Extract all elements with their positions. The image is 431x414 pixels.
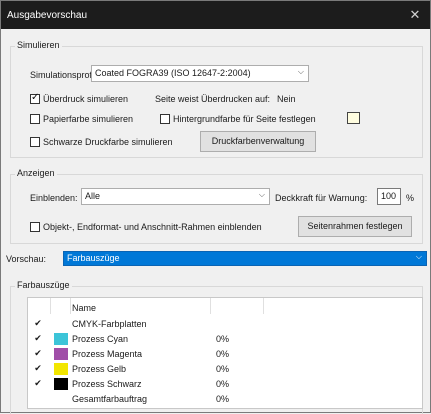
separation-name: Prozess Cyan — [72, 334, 129, 344]
color-swatch — [54, 363, 68, 375]
display-group-label: Anzeigen — [15, 168, 57, 178]
separation-percent: 0% — [216, 334, 230, 344]
simulation-profile-label: Simulationsprofil: — [30, 70, 99, 80]
set-page-boxes-button[interactable]: Seitenrahmen festlegen — [298, 216, 412, 237]
show-boxes-label[interactable]: Objekt-, Endformat- und Anschnitt-Rahmen… — [43, 222, 262, 232]
chevron-down-icon: ⌵ — [297, 67, 304, 76]
color-swatch — [54, 378, 68, 390]
separation-percent: 0% — [216, 379, 230, 389]
separation-percent: 0% — [216, 364, 230, 374]
background-color-checkbox[interactable] — [160, 114, 170, 124]
warning-opacity-input[interactable]: 100 — [377, 188, 401, 205]
separation-percent: 0% — [216, 394, 230, 404]
separations-table: Name ✔ CMYK-Farbplatten ✔ Prozess Cyan 0… — [27, 297, 423, 409]
background-color-swatch[interactable] — [347, 112, 360, 124]
column-divider — [263, 298, 264, 314]
separations-group-label: Farbauszüge — [15, 280, 72, 290]
background-color-label[interactable]: Hintergrundfarbe für Seite festlegen — [173, 114, 316, 124]
checkmark-icon[interactable]: ✔ — [34, 364, 42, 373]
color-swatch — [54, 333, 68, 345]
paper-color-label[interactable]: Papierfarbe simulieren — [43, 114, 133, 124]
column-header-name: Name — [72, 303, 97, 313]
column-divider — [50, 298, 51, 314]
table-row[interactable]: ✔ Prozess Magenta 0% — [28, 348, 422, 361]
column-divider — [210, 298, 211, 314]
window-title: Ausgabevorschau — [7, 9, 88, 21]
table-row[interactable]: ✔ Prozess Cyan 0% — [28, 333, 422, 346]
separation-name: CMYK-Farbplatten — [72, 319, 147, 329]
checkmark-icon[interactable]: ✔ — [34, 349, 42, 358]
separation-percent: 0% — [216, 349, 230, 359]
show-boxes-checkbox[interactable] — [30, 222, 40, 232]
separation-name: Prozess Gelb — [72, 364, 127, 374]
output-preview-dialog: Ausgabevorschau ✕ Simulieren Simulations… — [0, 0, 431, 414]
show-label: Einblenden: — [30, 193, 78, 203]
show-value: Alle — [85, 191, 101, 201]
page-overprint-text: Seite weist Überdrucken auf: — [155, 94, 271, 104]
ink-manager-button[interactable]: Druckfarbenverwaltung — [200, 131, 316, 152]
show-select[interactable]: Alle ⌵ — [81, 188, 270, 205]
black-ink-label[interactable]: Schwarze Druckfarbe simulieren — [43, 137, 173, 147]
warning-opacity-unit: % — [406, 193, 415, 203]
separation-name: Prozess Magenta — [72, 349, 143, 359]
preview-value: Farbauszüge — [67, 253, 120, 263]
black-ink-checkbox[interactable] — [30, 137, 40, 147]
separation-name: Prozess Schwarz — [72, 379, 142, 389]
paper-color-checkbox[interactable] — [30, 114, 40, 124]
chevron-down-icon: ⌵ — [415, 252, 422, 261]
table-row[interactable]: ✔ CMYK-Farbplatten — [28, 318, 422, 331]
close-icon[interactable]: ✕ — [408, 7, 422, 23]
checkmark-icon[interactable]: ✔ — [34, 334, 42, 343]
table-row[interactable]: Gesamtfarbauftrag 0% — [28, 393, 422, 406]
simulate-group-label: Simulieren — [15, 40, 62, 50]
page-overprint-value: Nein — [277, 94, 296, 104]
checkmark-icon[interactable]: ✔ — [34, 379, 42, 388]
simulation-profile-select[interactable]: Coated FOGRA39 (ISO 12647-2:2004) ⌵ — [91, 65, 309, 82]
color-swatch — [54, 348, 68, 360]
warning-opacity-label: Deckkraft für Warnung: — [275, 193, 368, 203]
title-bar: Ausgabevorschau ✕ — [1, 1, 430, 29]
preview-label: Vorschau: — [6, 254, 47, 264]
simulation-profile-value: Coated FOGRA39 (ISO 12647-2:2004) — [95, 68, 251, 78]
separation-name: Gesamtfarbauftrag — [72, 394, 148, 404]
preview-select[interactable]: Farbauszüge ⌵ — [63, 251, 427, 266]
table-row[interactable]: ✔ Prozess Gelb 0% — [28, 363, 422, 376]
overprint-checkbox[interactable] — [30, 92, 40, 104]
chevron-down-icon: ⌵ — [258, 190, 265, 199]
table-row[interactable]: ✔ Prozess Schwarz 0% — [28, 378, 422, 391]
column-divider — [70, 298, 71, 314]
checkmark-icon[interactable]: ✔ — [34, 319, 42, 328]
overprint-label[interactable]: Überdruck simulieren — [43, 94, 128, 104]
